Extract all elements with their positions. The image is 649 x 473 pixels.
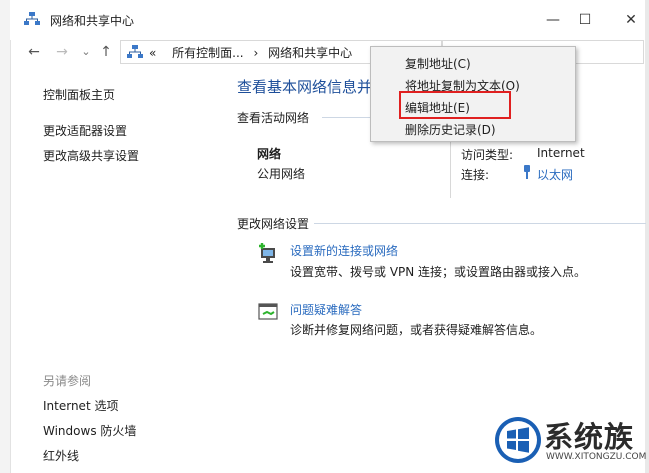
highlight-box (399, 91, 511, 119)
ethernet-connection-link[interactable]: 以太网 (537, 166, 573, 183)
control-panel-home-link[interactable]: 控制面板主页 (43, 86, 115, 103)
setup-connection-description: 设置宽带、拨号或 VPN 连接；或设置路由器或接入点。 (290, 265, 587, 279)
connections-label: 连接: (461, 168, 490, 182)
menu-item-delete-history[interactable]: 删除历史记录(D) (405, 121, 496, 138)
watermark: 系统族 WWW.XITONGZU.COM (494, 412, 647, 470)
active-networks-heading: 查看活动网络 (237, 111, 310, 125)
see-also-heading: 另请参阅 (43, 374, 92, 388)
windows-firewall-link[interactable]: Windows 防火墙 (43, 422, 136, 439)
ethernet-icon (524, 165, 530, 179)
watermark-text: 系统族 (544, 420, 635, 454)
change-network-settings-heading: 更改网络设置 (237, 217, 310, 231)
section-divider (314, 223, 646, 224)
window-right-edge (645, 0, 649, 473)
access-type-value: Internet (537, 146, 585, 160)
maximize-button[interactable]: ☐ (570, 8, 600, 32)
back-button[interactable]: ← (24, 40, 44, 64)
change-advanced-sharing-link[interactable]: 更改高级共享设置 (43, 147, 139, 164)
breadcrumb-network-center[interactable]: 网络和共享中心 (268, 46, 352, 60)
network-type: 公用网络 (257, 167, 306, 181)
change-adapter-settings-link[interactable]: 更改适配器设置 (43, 122, 127, 139)
address-context-menu: 复制地址(C) 将地址复制为文本(O) 编辑地址(E) 删除历史记录(D) (370, 46, 576, 142)
breadcrumb-overflow[interactable]: « (149, 46, 156, 60)
close-button[interactable]: ✕ (616, 8, 646, 32)
network-sharing-center-window: 网络和共享中心 — ☐ ✕ ← → ⌄ ↑ « 所有控制面... › 网络和共享… (0, 0, 649, 473)
troubleshoot-problems-link[interactable]: 问题疑难解答 (290, 301, 362, 318)
page-heading: 查看基本网络信息并 (237, 78, 373, 96)
forward-button[interactable]: → (52, 40, 72, 64)
breadcrumb-all-control-panel[interactable]: 所有控制面... (172, 46, 243, 60)
window-title: 网络和共享中心 (50, 14, 135, 28)
menu-item-copy-address[interactable]: 复制地址(C) (405, 55, 471, 72)
windows-logo-icon (495, 417, 541, 463)
setup-new-connection-link[interactable]: 设置新的连接或网络 (290, 242, 398, 259)
infrared-link[interactable]: 红外线 (43, 447, 79, 464)
troubleshoot-icon (258, 303, 278, 320)
network-name: 网络 (257, 147, 282, 161)
section-divider (322, 117, 372, 118)
breadcrumb: « 所有控制面... › 网络和共享中心 (149, 44, 352, 61)
new-connection-icon (259, 243, 275, 263)
network-icon (24, 12, 40, 25)
title-bar: 网络和共享中心 — ☐ ✕ (10, 0, 645, 40)
breadcrumb-arrow[interactable]: › (253, 46, 258, 60)
recent-locations-button[interactable]: ⌄ (76, 40, 96, 64)
access-type-label: 访问类型: (461, 148, 514, 162)
troubleshoot-description: 诊断并修复网络问题，或者获得疑难解答信息。 (290, 323, 543, 337)
minimize-button[interactable]: — (538, 8, 568, 32)
background-window-edge (0, 0, 11, 473)
up-button[interactable]: ↑ (96, 40, 116, 64)
internet-options-link[interactable]: Internet 选项 (43, 397, 118, 414)
column-divider (450, 140, 451, 198)
network-icon (127, 45, 143, 58)
watermark-url: WWW.XITONGZU.COM (546, 452, 647, 462)
